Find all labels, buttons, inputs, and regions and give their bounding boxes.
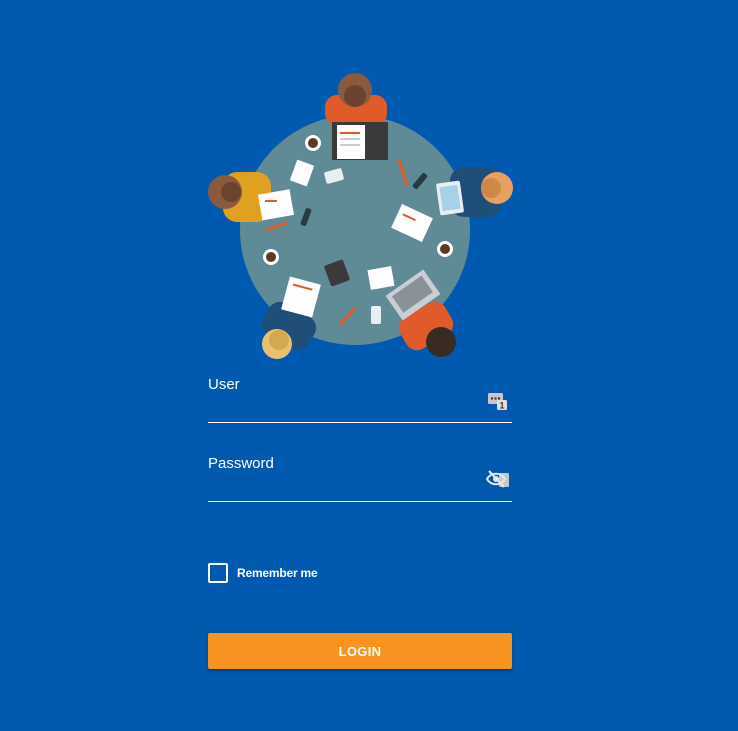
remember-me-checkbox[interactable] [208,563,228,583]
user-label: User [208,376,240,393]
eye-off-icon[interactable] [485,468,509,490]
meeting-table-illustration [205,70,515,360]
password-field: Password [208,454,512,502]
remember-me[interactable]: Remember me [208,563,318,583]
password-underline [208,501,512,502]
svg-text:1: 1 [499,401,504,411]
badge-number-icon[interactable]: 1 [486,389,508,411]
user-underline [208,422,512,423]
user-input[interactable] [208,399,478,421]
password-label: Password [208,455,274,472]
user-field: User 1 [208,375,512,423]
person-top [325,73,388,160]
remember-me-label: Remember me [237,566,318,580]
login-button[interactable]: LOGIN [208,633,512,669]
password-input[interactable] [208,478,478,500]
